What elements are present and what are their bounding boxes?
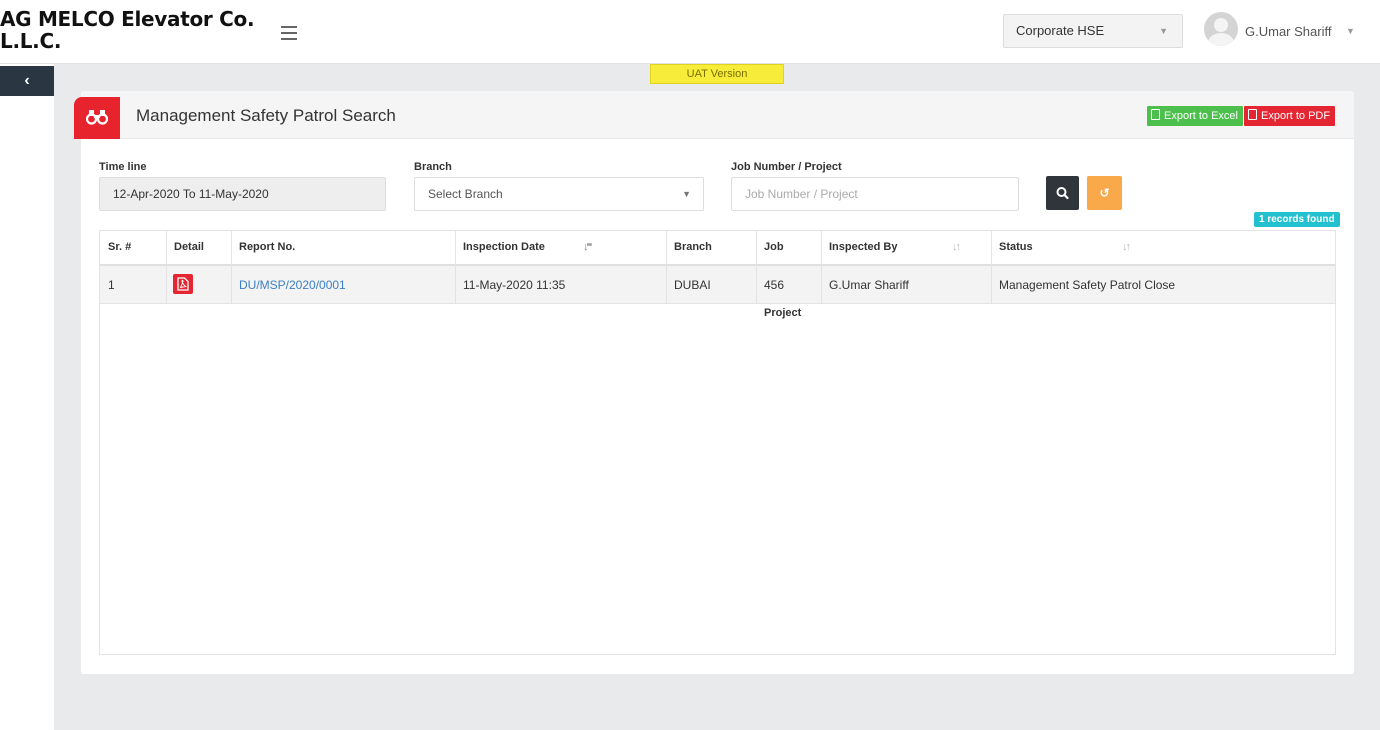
role-select[interactable]: Corporate HSE ▼	[1003, 14, 1183, 48]
export-excel-button[interactable]: Export to Excel	[1147, 106, 1243, 126]
page-title: Management Safety Patrol Search	[136, 106, 396, 125]
column-header-inspected-by[interactable]: Inspected By ↓↑	[821, 231, 991, 266]
column-header-sr: Sr. #	[100, 231, 166, 266]
cell-report-link[interactable]: DU/MSP/2020/0001	[231, 266, 455, 304]
company-logo-text[interactable]: AG MELCO Elevator Co. L.L.C.	[0, 8, 260, 52]
panel-header: Management Safety Patrol Search Export t…	[74, 91, 1354, 139]
records-found-badge: 1 records found	[1254, 212, 1340, 227]
branch-label: Branch	[414, 161, 452, 173]
column-header-job[interactable]: Job Number / Project	[756, 231, 821, 319]
search-icon	[1056, 187, 1069, 200]
sidebar	[0, 64, 54, 730]
export-pdf-label: Export to PDF	[1261, 110, 1331, 122]
cell-job: 456	[764, 278, 785, 292]
column-header-inspected-by-label: Inspected By	[829, 241, 898, 253]
export-pdf-button[interactable]: Export to PDF	[1244, 106, 1336, 126]
refresh-icon: ↺	[1099, 186, 1110, 200]
cell-inspected-by: G.Umar Shariff	[829, 278, 909, 292]
cell-inspection-date: 11-May-2020 11:35	[463, 278, 566, 292]
search-panel: Management Safety Patrol Search Export t…	[74, 91, 1354, 674]
uat-version-banner: UAT Version	[650, 64, 784, 84]
column-header-inspection-date-label: Inspection Date	[463, 241, 545, 253]
branch-select-value: Select Branch	[428, 187, 503, 201]
cell-branch: DUBAI	[674, 278, 711, 292]
column-divider	[166, 231, 167, 304]
pdf-file-icon[interactable]	[173, 274, 193, 294]
user-menu-name[interactable]: G.Umar Shariff	[1245, 24, 1331, 39]
column-header-detail: Detail	[166, 231, 231, 266]
cell-sr: 1	[108, 278, 115, 292]
column-header-report[interactable]: Report No.	[231, 231, 455, 266]
timeline-field[interactable]: 12-Apr-2020 To 11-May-2020	[99, 177, 386, 211]
search-button[interactable]	[1046, 176, 1079, 210]
branch-select[interactable]: Select Branch ▼	[414, 177, 704, 211]
excel-file-icon	[1151, 109, 1160, 120]
reset-button[interactable]: ↺	[1087, 176, 1122, 210]
user-avatar[interactable]	[1204, 12, 1238, 46]
column-header-status-label: Status	[999, 241, 1033, 253]
chevron-left-icon[interactable]: ‹	[0, 66, 54, 96]
timeline-label: Time line	[99, 161, 147, 173]
column-header-inspection-date[interactable]: Inspection Date ↓⁼	[455, 231, 666, 266]
sort-icon[interactable]: ↓↑	[1122, 231, 1131, 264]
cell-status: Management Safety Patrol Close	[999, 278, 1176, 292]
chevron-down-icon: ▼	[682, 189, 691, 199]
hamburger-icon[interactable]	[281, 26, 297, 40]
chevron-down-icon[interactable]: ▼	[1346, 26, 1355, 36]
export-excel-label: Export to Excel	[1164, 110, 1238, 122]
pdf-file-icon	[1248, 109, 1257, 120]
job-number-input[interactable]: Job Number / Project	[731, 177, 1019, 211]
column-header-branch[interactable]: Branch	[666, 231, 756, 266]
sort-desc-icon[interactable]: ↓⁼	[583, 231, 592, 264]
role-select-value: Corporate HSE	[1016, 23, 1105, 38]
sort-icon[interactable]: ↓↑	[952, 231, 961, 264]
chevron-down-icon: ▼	[1159, 26, 1168, 36]
results-table: Sr. # Detail Report No. Inspection Date …	[99, 230, 1336, 655]
job-label: Job Number / Project	[731, 161, 842, 173]
binoculars-icon	[74, 97, 120, 139]
top-bar: AG MELCO Elevator Co. L.L.C. Corporate H…	[0, 0, 1380, 64]
column-header-status[interactable]: Status ↓↑	[991, 231, 1335, 266]
